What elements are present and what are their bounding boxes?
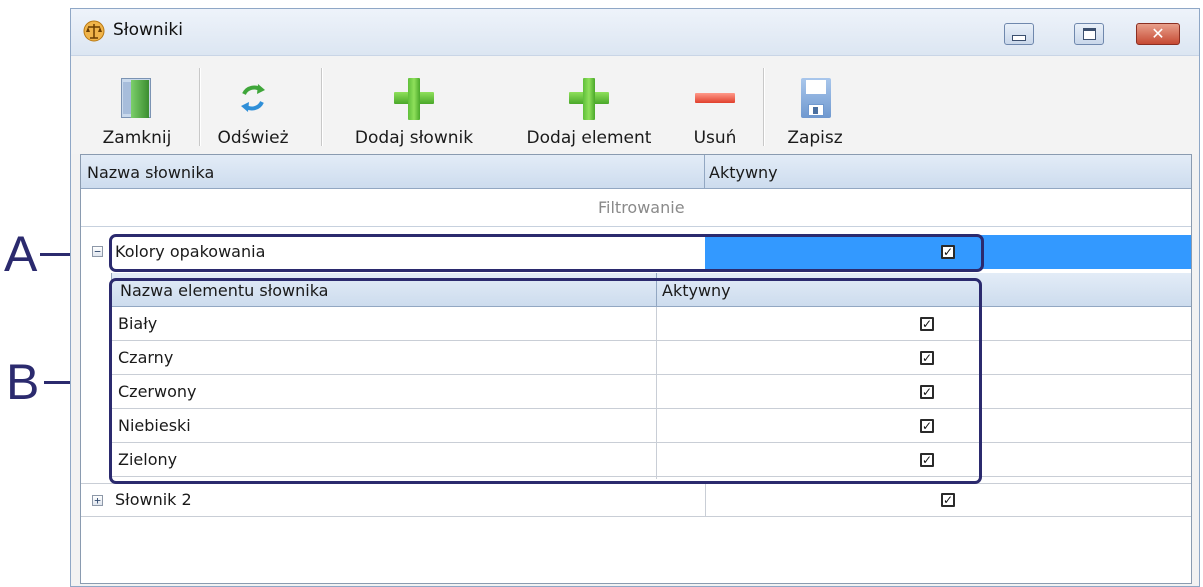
expand-icon[interactable]: + — [92, 495, 103, 506]
refresh-button[interactable]: Odśwież — [211, 56, 295, 154]
subgrid-header: Nazwa elementu słownika Aktywny — [112, 273, 1191, 307]
element-active-checkbox[interactable]: ✓ — [920, 419, 934, 433]
dictionary-elements-grid: Nazwa elementu słownika Aktywny Biały ✓ … — [111, 273, 1191, 479]
toolbar-separator — [199, 68, 200, 146]
column-header-active-label: Aktywny — [709, 163, 778, 182]
callout-label-a: A — [4, 226, 38, 282]
dictionary-row[interactable]: − Kolory opakowania ✓ — [81, 235, 1191, 269]
window-title: Słowniki — [113, 20, 183, 40]
subgrid-header-divider — [656, 273, 657, 307]
element-active-checkbox[interactable]: ✓ — [920, 385, 934, 399]
maximize-icon — [1082, 28, 1096, 40]
close-window-button[interactable]: ✕ — [1136, 23, 1180, 45]
active-checkbox[interactable]: ✓ — [941, 245, 955, 259]
filter-label: Filtrowanie — [598, 198, 685, 217]
refresh-arrows-icon — [241, 84, 265, 112]
remove-button[interactable]: Usuń — [683, 56, 747, 154]
minus-icon — [693, 76, 737, 120]
filter-row[interactable]: Filtrowanie — [81, 189, 1191, 227]
add-dictionary-button-label: Dodaj słownik — [354, 128, 474, 148]
save-button-label: Zapisz — [787, 128, 843, 148]
plus-icon — [567, 76, 611, 120]
add-element-button[interactable]: Dodaj element — [509, 56, 669, 154]
remove-button-label: Usuń — [693, 128, 737, 148]
title-bar: Słowniki ✕ — [71, 9, 1199, 56]
add-dictionary-button[interactable]: Dodaj słownik — [339, 56, 489, 154]
element-name: Biały — [118, 314, 158, 333]
maximize-button[interactable] — [1074, 23, 1104, 45]
element-name: Czarny — [118, 348, 174, 367]
element-row[interactable]: Biały ✓ — [112, 307, 1191, 341]
element-name: Niebieski — [118, 416, 191, 435]
toolbar-separator — [321, 68, 322, 146]
row-column-divider — [705, 484, 706, 516]
door-exit-icon — [115, 76, 159, 120]
column-header-name[interactable]: Nazwa słownika — [81, 155, 705, 189]
minimize-icon — [1012, 35, 1026, 41]
active-checkbox[interactable]: ✓ — [941, 493, 955, 507]
subgrid-header-name-label[interactable]: Nazwa elementu słownika — [120, 281, 328, 300]
column-header-active[interactable]: Aktywny — [705, 155, 1191, 189]
dictionary-row[interactable]: + Słownik 2 ✓ — [81, 483, 1191, 517]
dictionary-name: Słownik 2 — [115, 490, 192, 509]
refresh-button-label: Odśwież — [217, 128, 289, 148]
element-row[interactable]: Czerwony ✓ — [112, 375, 1191, 409]
element-active-checkbox[interactable]: ✓ — [920, 317, 934, 331]
subgrid-header-active-label[interactable]: Aktywny — [662, 281, 731, 300]
callout-label-b: B — [6, 354, 40, 410]
dictionaries-window: Słowniki ✕ Zamknij Odśwież Dodaj słownik… — [70, 8, 1200, 587]
close-button[interactable]: Zamknij — [91, 56, 183, 154]
element-active-checkbox[interactable]: ✓ — [920, 453, 934, 467]
collapse-icon[interactable]: − — [92, 246, 103, 257]
element-active-checkbox[interactable]: ✓ — [920, 351, 934, 365]
close-icon: ✕ — [1151, 24, 1165, 43]
dictionary-grid: Nazwa słownika Aktywny Filtrowanie − Kol… — [80, 154, 1192, 584]
dictionary-name: Kolory opakowania — [115, 242, 266, 261]
minimize-button[interactable] — [1004, 23, 1034, 45]
toolbar: Zamknij Odśwież Dodaj słownik Dodaj elem… — [71, 56, 1199, 154]
element-row[interactable]: Niebieski ✓ — [112, 409, 1191, 443]
toolbar-separator — [763, 68, 764, 146]
element-row[interactable]: Zielony ✓ — [112, 443, 1191, 477]
add-element-button-label: Dodaj element — [526, 128, 652, 148]
plus-icon — [392, 76, 436, 120]
floppy-disk-icon — [793, 76, 837, 120]
close-button-label: Zamknij — [102, 128, 172, 148]
column-header-name-label: Nazwa słownika — [87, 163, 215, 182]
save-button[interactable]: Zapisz — [773, 56, 857, 154]
element-name: Zielony — [118, 450, 178, 469]
scales-icon — [83, 20, 105, 42]
element-row[interactable]: Czarny ✓ — [112, 341, 1191, 375]
element-name: Czerwony — [118, 382, 197, 401]
